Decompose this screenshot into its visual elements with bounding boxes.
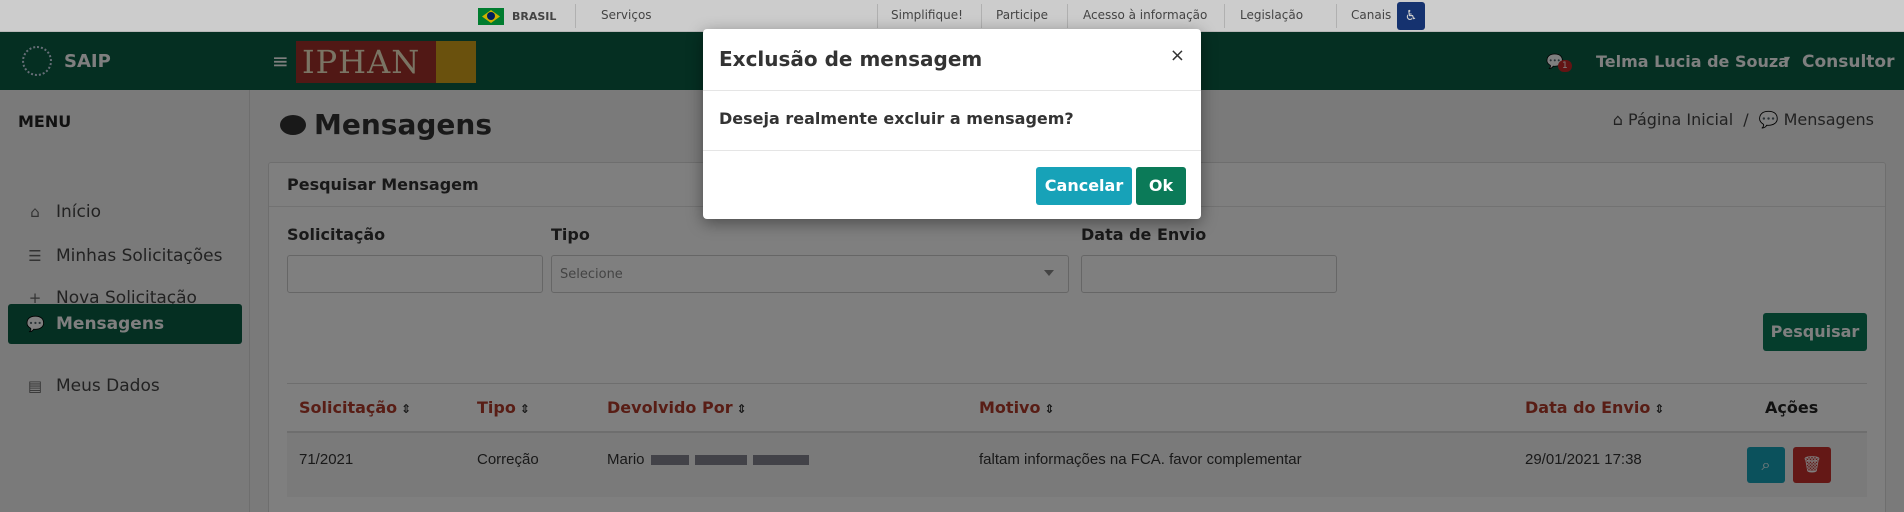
ok-button[interactable]: Ok bbox=[1136, 167, 1186, 205]
close-icon[interactable]: × bbox=[1170, 45, 1185, 66]
modal-footer: Cancelar Ok bbox=[703, 151, 1201, 219]
modal-header: Exclusão de mensagem × bbox=[703, 29, 1201, 91]
cancel-button[interactable]: Cancelar bbox=[1036, 167, 1132, 205]
modal-message: Deseja realmente excluir a mensagem? bbox=[703, 91, 1201, 151]
delete-message-modal: Exclusão de mensagem × Deseja realmente … bbox=[703, 29, 1201, 219]
modal-backdrop-top bbox=[0, 0, 1904, 32]
modal-title: Exclusão de mensagem bbox=[719, 47, 983, 71]
